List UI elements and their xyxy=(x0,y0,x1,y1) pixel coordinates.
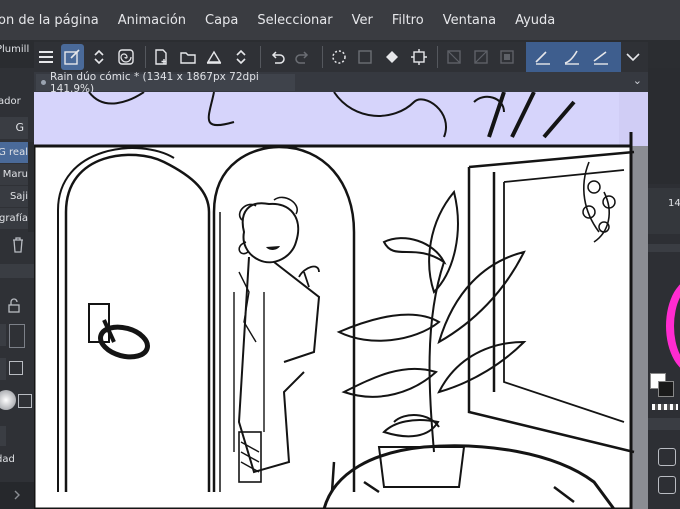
document-tab-bar: Rain dúo cómic * (1341 x 1867px 72dpi 14… xyxy=(34,71,648,95)
menu-filter[interactable]: Filtro xyxy=(392,13,424,28)
transparent-swatch[interactable] xyxy=(652,404,678,410)
toolbar-separator xyxy=(259,46,261,68)
brush-item-saji[interactable]: Saji xyxy=(0,186,28,207)
stabilizer-group xyxy=(526,42,622,72)
toolbar-separator xyxy=(437,46,439,68)
chevron-down-icon[interactable] xyxy=(621,44,645,70)
checkbox[interactable] xyxy=(18,394,32,408)
brush-item-grafia[interactable]: grafía xyxy=(0,208,28,229)
brush-label: Saji xyxy=(9,191,28,202)
brush-item-maru[interactable]: Maru xyxy=(0,164,28,185)
left-panel-footer xyxy=(0,482,34,509)
open-folder-icon[interactable] xyxy=(176,44,200,70)
chevron-right-icon[interactable] xyxy=(12,490,22,500)
menu-layer[interactable]: Capa xyxy=(205,13,238,28)
sub-color-swatch[interactable] xyxy=(658,381,674,397)
stabilizer-c-icon[interactable] xyxy=(588,44,614,70)
layer-panel-header xyxy=(648,418,680,430)
loading-icon[interactable] xyxy=(327,44,351,70)
lock-icon[interactable] xyxy=(6,298,22,314)
layer-thumbnail-icon[interactable] xyxy=(658,476,676,494)
subtool-group-label: ador xyxy=(0,96,21,107)
stepper-toggle[interactable] xyxy=(9,324,25,348)
hue-ring[interactable] xyxy=(666,278,680,374)
sub-tool-panel: ador G G real Maru Saji grafía dad xyxy=(0,68,34,509)
brush-tip-preview xyxy=(0,390,16,410)
stabilizer-b-icon[interactable] xyxy=(559,44,585,70)
brush-label: grafía xyxy=(0,213,28,224)
clear-outside-icon[interactable] xyxy=(469,44,493,70)
toggle-arrows-icon[interactable] xyxy=(229,44,253,70)
layer-property-icon[interactable] xyxy=(658,448,676,466)
subtool-group-row: ador xyxy=(0,92,34,114)
menu-icon[interactable] xyxy=(34,44,58,70)
color-panel-header xyxy=(648,244,680,252)
fill-icon[interactable] xyxy=(380,44,404,70)
spiral-icon[interactable] xyxy=(114,44,138,70)
stepper-arrows-icon[interactable] xyxy=(0,358,6,380)
toggle-arrows-icon[interactable] xyxy=(87,44,111,70)
subtool-tab-letter: G xyxy=(15,121,24,134)
brush-label: G real xyxy=(0,147,28,158)
tool-name: Plumill xyxy=(0,44,30,55)
stabilizer-a-icon[interactable] xyxy=(530,44,556,70)
print-icon[interactable] xyxy=(203,44,227,70)
navigator-thumb xyxy=(648,68,680,184)
menu-page[interactable]: on de la página xyxy=(0,13,99,28)
artwork xyxy=(34,92,648,509)
command-bar xyxy=(34,42,648,72)
menu-help[interactable]: Ayuda xyxy=(515,13,555,28)
transform-icon[interactable] xyxy=(354,44,378,70)
menu-bar: on de la página Animación Capa Seleccion… xyxy=(0,0,680,40)
document-tab[interactable]: Rain dúo cómic * (1341 x 1867px 72dpi 14… xyxy=(36,71,295,95)
brush-label: Maru xyxy=(2,169,28,180)
canvas-area[interactable] xyxy=(34,92,648,509)
tool-property-header xyxy=(0,264,34,278)
left-top-strip: Plumill xyxy=(0,40,34,68)
menu-window[interactable]: Ventana xyxy=(443,13,496,28)
document-tab-title: Rain dúo cómic * (1341 x 1867px 72dpi 14… xyxy=(50,70,259,95)
crop-icon[interactable] xyxy=(407,44,431,70)
toolbar-separator xyxy=(322,46,323,68)
undo-icon[interactable] xyxy=(265,44,289,70)
toolbar-separator xyxy=(144,46,146,68)
checkbox[interactable] xyxy=(9,361,23,375)
chevron-down-icon[interactable]: ⌄ xyxy=(633,74,642,87)
menu-select[interactable]: Seleccionar xyxy=(257,13,332,28)
redo-icon[interactable] xyxy=(291,44,315,70)
frame-icon[interactable] xyxy=(496,44,520,70)
stepper-arrows-icon[interactable] xyxy=(0,426,6,446)
new-page-icon[interactable] xyxy=(149,44,173,70)
menu-view[interactable]: Ver xyxy=(352,13,373,28)
stepper-arrows-icon[interactable] xyxy=(0,324,6,346)
right-panel: 14' xyxy=(648,68,680,509)
trash-icon[interactable] xyxy=(11,236,25,254)
subtool-tab[interactable]: G xyxy=(0,117,28,139)
selection-tool-icon[interactable] xyxy=(60,44,85,70)
property-label: dad xyxy=(0,454,15,465)
brush-item-g-real[interactable]: G real xyxy=(0,142,28,163)
navigator-controls: 14' xyxy=(648,188,680,234)
menu-animation[interactable]: Animación xyxy=(118,13,186,28)
navigator-zoom-value: 14' xyxy=(668,198,680,209)
clear-icon[interactable] xyxy=(442,44,466,70)
tab-status-dot-icon xyxy=(41,80,46,85)
